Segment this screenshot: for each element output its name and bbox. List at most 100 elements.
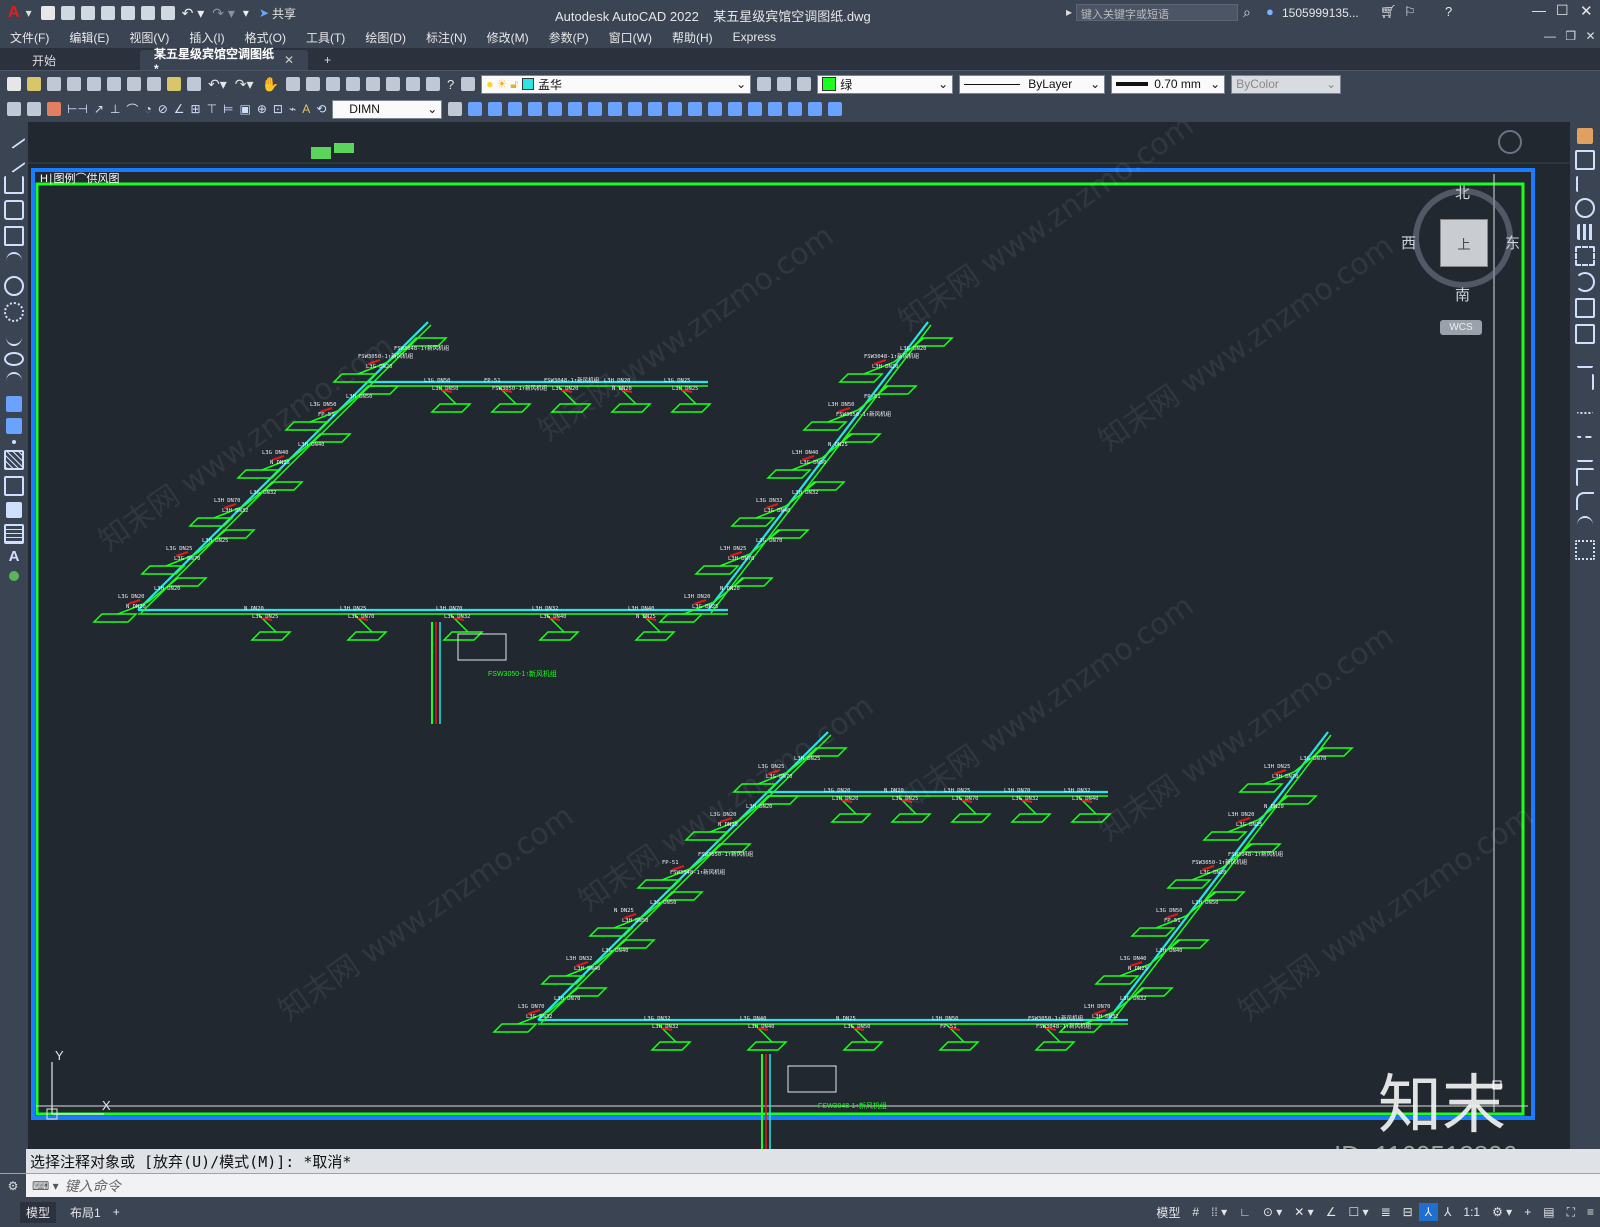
open-web-icon[interactable] xyxy=(120,6,135,20)
cart-icon[interactable]: 🛒︎ xyxy=(1380,4,1397,20)
exchange-icon[interactable]: ⚐ xyxy=(1404,4,1416,20)
close-button[interactable]: ✕ xyxy=(1580,2,1593,20)
tb2-icon-2[interactable] xyxy=(27,102,41,116)
tb2-icon-1[interactable] xyxy=(7,102,21,116)
mirror-icon[interactable] xyxy=(1576,176,1594,192)
annotation-monitor-icon[interactable]: ⊟ xyxy=(1397,1203,1419,1221)
command-prompt-icon[interactable]: ⌨ ▾ xyxy=(32,1179,59,1193)
explode-icon[interactable] xyxy=(1575,540,1595,560)
ortho-icon[interactable]: ∟ xyxy=(1233,1203,1257,1221)
arc-dim-icon[interactable]: ⌒ xyxy=(126,101,138,118)
gradient-icon[interactable] xyxy=(4,476,24,496)
search-expand-icon[interactable]: ▸ xyxy=(1066,5,1072,19)
mod-icon-18[interactable] xyxy=(808,102,823,116)
search-icon[interactable]: ⌕ xyxy=(1243,4,1251,21)
mod-icon-16[interactable] xyxy=(768,102,783,116)
undo-icon[interactable]: ↶ ▾ xyxy=(182,5,205,22)
tb-new-icon[interactable] xyxy=(7,77,21,91)
menu-item-0[interactable]: 文件(F) xyxy=(0,29,59,46)
quick-dim-icon[interactable]: ⊞ xyxy=(191,102,201,116)
customize-icon[interactable]: ≡ xyxy=(1581,1203,1600,1221)
doc-close-button[interactable]: ✕ xyxy=(1585,29,1595,43)
tb-save-icon[interactable] xyxy=(47,77,61,91)
tb-layer-manager-icon[interactable] xyxy=(461,77,476,91)
tb-layer-previous-icon[interactable] xyxy=(777,77,792,91)
menu-item-3[interactable]: 插入(I) xyxy=(179,29,234,46)
linear-dim-icon[interactable]: ⊢⊣ xyxy=(67,102,88,116)
tb-open-icon[interactable] xyxy=(27,77,41,91)
mod-icon-15[interactable] xyxy=(748,102,763,116)
tb2-icon-3[interactable] xyxy=(47,102,61,116)
tb-help-icon[interactable]: ? xyxy=(447,77,454,92)
viewcube-east[interactable]: 东 xyxy=(1505,232,1520,253)
search-input[interactable]: 键入关键字或短语 xyxy=(1076,4,1238,21)
dim-update-icon[interactable]: ⟲ xyxy=(316,102,326,116)
tb-make-current-icon[interactable] xyxy=(757,77,772,91)
viewcube-south[interactable]: 南 xyxy=(1455,284,1470,305)
polygon-icon[interactable] xyxy=(4,200,24,220)
minimize-button[interactable]: — xyxy=(1532,2,1546,18)
table-icon[interactable] xyxy=(4,524,24,544)
tb-cut-icon[interactable] xyxy=(127,77,141,91)
polar-icon[interactable]: ⊙ ▾ xyxy=(1257,1203,1288,1221)
point-icon[interactable] xyxy=(12,440,16,444)
layout-tab-model[interactable]: 模型 xyxy=(20,1201,57,1223)
tb-calc-icon[interactable] xyxy=(425,77,440,91)
osnap-icon[interactable]: ✕ ▾ xyxy=(1288,1203,1319,1221)
mod-icon-9[interactable] xyxy=(628,102,643,116)
layout-tab-layout1[interactable]: 布局1 xyxy=(64,1202,107,1223)
extend-icon[interactable] xyxy=(1576,374,1594,390)
new-icon[interactable] xyxy=(40,6,55,20)
menu-item-10[interactable]: 窗口(W) xyxy=(599,29,662,46)
mod-icon-2[interactable] xyxy=(488,102,503,116)
erase-icon[interactable] xyxy=(1577,128,1593,144)
isolate-icon[interactable]: ▤ xyxy=(1537,1203,1560,1221)
tb-zoom-previous-icon[interactable] xyxy=(325,77,340,91)
ellipse-icon[interactable] xyxy=(4,352,24,366)
dim-style-icon[interactable] xyxy=(448,102,463,116)
tab-document[interactable]: 某五星级宾馆空调图纸* ✕ xyxy=(140,47,308,76)
menu-item-12[interactable]: Express xyxy=(723,30,786,44)
tb-tool-palette-icon[interactable] xyxy=(385,77,400,91)
rotate-icon[interactable] xyxy=(1575,272,1595,292)
blend-icon[interactable] xyxy=(1577,516,1593,534)
array-icon[interactable] xyxy=(1577,224,1593,240)
mtext-icon[interactable]: A xyxy=(0,548,28,565)
mod-icon-12[interactable] xyxy=(688,102,703,116)
tab-close-icon[interactable]: ✕ xyxy=(284,53,294,67)
mod-icon-14[interactable] xyxy=(728,102,743,116)
ellipse-arc-icon[interactable] xyxy=(6,372,22,390)
mod-icon-3[interactable] xyxy=(508,102,523,116)
circle-icon[interactable] xyxy=(4,276,24,296)
selection-cycling-icon[interactable]: ≣ xyxy=(1375,1203,1397,1221)
construction-line-icon[interactable] xyxy=(2,149,26,173)
tb-match-icon[interactable] xyxy=(187,77,201,91)
tb-redo-icon[interactable]: ↷▾ xyxy=(235,76,254,93)
plot-icon[interactable] xyxy=(160,6,175,20)
tb-zoom-window-icon[interactable] xyxy=(305,77,320,91)
viewcube-north[interactable]: 北 xyxy=(1455,182,1470,203)
snap-icon[interactable]: ⁞⁞ ▾ xyxy=(1205,1203,1233,1221)
app-logo[interactable]: A xyxy=(8,4,20,22)
menu-item-1[interactable]: 编辑(E) xyxy=(59,29,119,46)
tb-design-center-icon[interactable] xyxy=(365,77,380,91)
region-icon[interactable] xyxy=(6,502,22,518)
settings-icon[interactable]: ⚙ ▾ xyxy=(1486,1203,1518,1221)
share-icon[interactable]: ➤ xyxy=(259,6,269,20)
break-icon[interactable] xyxy=(1577,420,1593,438)
menu-item-2[interactable]: 视图(V) xyxy=(119,29,179,46)
open-icon[interactable] xyxy=(60,6,75,20)
offset-icon[interactable] xyxy=(1575,198,1595,218)
plus-icon[interactable]: + xyxy=(1518,1203,1537,1221)
menu-item-4[interactable]: 格式(O) xyxy=(235,29,296,46)
chamfer-icon[interactable] xyxy=(1576,468,1594,486)
tb-publish-icon[interactable] xyxy=(107,77,121,91)
viewcube-face[interactable]: 上 xyxy=(1440,219,1488,267)
tb-properties-icon[interactable] xyxy=(345,77,360,91)
tb-layer-state-icon[interactable] xyxy=(797,77,812,91)
jogged-icon[interactable]: ⌁ xyxy=(289,102,296,116)
dim-edit-icon[interactable]: A xyxy=(302,102,310,116)
tolerance-icon[interactable]: ▣ xyxy=(239,102,250,116)
tb-zoom-realtime-icon[interactable] xyxy=(285,77,300,91)
baseline-dim-icon[interactable]: ⊤ xyxy=(207,102,217,116)
